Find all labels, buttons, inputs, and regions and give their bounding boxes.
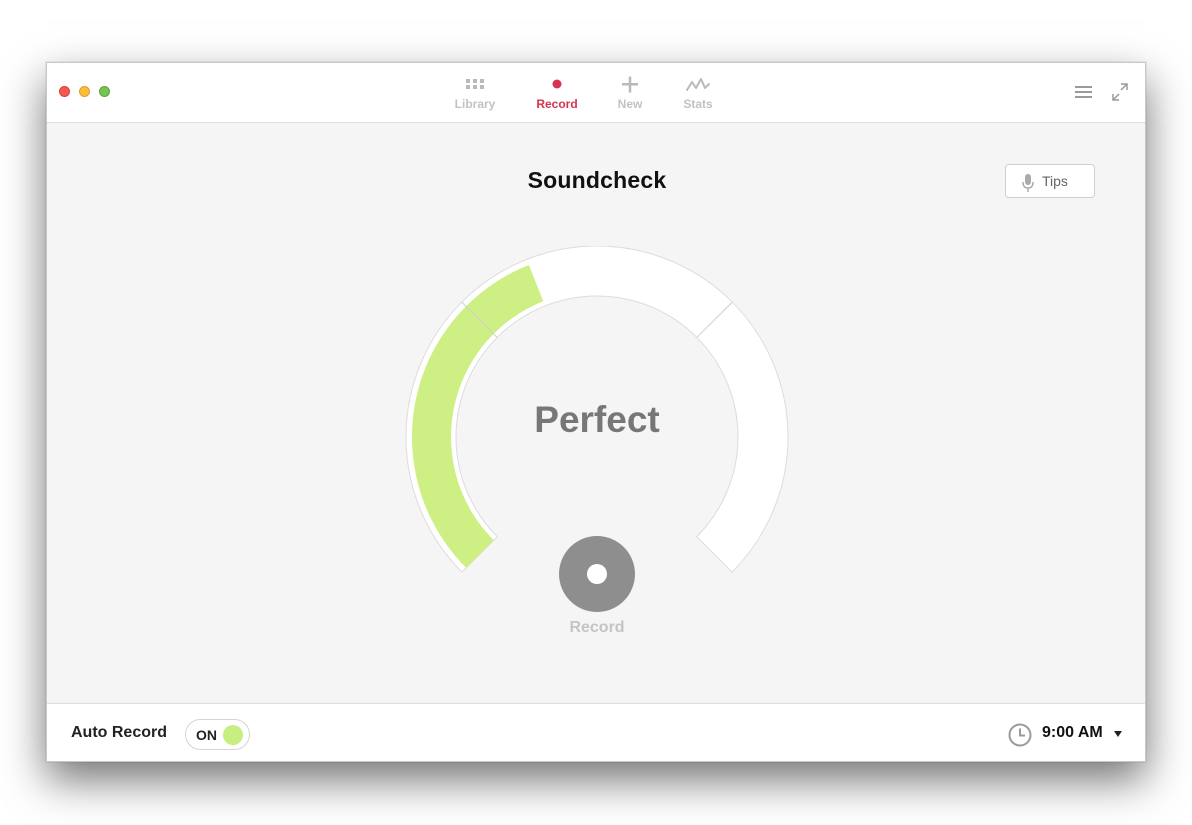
- time-selector[interactable]: 9:00 AM: [1007, 722, 1127, 748]
- level-status-text: Perfect: [534, 399, 660, 440]
- zoom-window-button[interactable]: [99, 86, 110, 97]
- tab-stats[interactable]: Stats: [668, 75, 728, 119]
- time-value: 9:00 AM: [1042, 724, 1103, 741]
- clock-icon: [1008, 723, 1032, 747]
- tab-record[interactable]: Record: [527, 75, 587, 119]
- microphone-icon: [1022, 174, 1034, 192]
- tips-button[interactable]: Tips: [1005, 164, 1095, 198]
- auto-record-toggle[interactable]: ON: [185, 719, 250, 750]
- record-dot-icon: [527, 75, 587, 97]
- grid-icon: [445, 75, 505, 97]
- tab-library-label: Library: [454, 97, 496, 111]
- record-button-label: Record: [569, 619, 625, 636]
- auto-record-label: Auto Record: [71, 724, 167, 741]
- title-bar: Library Record New Stats: [47, 63, 1145, 123]
- tips-label: Tips: [1042, 173, 1068, 189]
- record-dot-icon: [587, 564, 607, 584]
- page-title: Soundcheck: [527, 167, 667, 193]
- hamburger-menu-icon: [1075, 86, 1092, 98]
- toggle-state-label: ON: [196, 727, 217, 743]
- fullscreen-button[interactable]: [1108, 81, 1132, 103]
- menu-button[interactable]: [1072, 81, 1096, 103]
- chevron-down-icon: [1114, 731, 1122, 737]
- tab-stats-label: Stats: [683, 97, 713, 111]
- close-window-button[interactable]: [59, 86, 70, 97]
- expand-icon: [1112, 83, 1128, 101]
- app-window: Library Record New Stats Soundcheck Tips…: [46, 62, 1146, 762]
- toggle-knob: [223, 725, 243, 745]
- tab-library[interactable]: Library: [445, 75, 505, 119]
- footer-bar: Auto Record ON 9:00 AM: [47, 703, 1145, 761]
- tab-new[interactable]: New: [600, 75, 660, 119]
- stats-line-icon: [668, 75, 728, 97]
- record-button[interactable]: [559, 536, 635, 612]
- minimize-window-button[interactable]: [79, 86, 90, 97]
- plus-icon: [600, 75, 660, 97]
- tab-record-label: Record: [536, 97, 578, 111]
